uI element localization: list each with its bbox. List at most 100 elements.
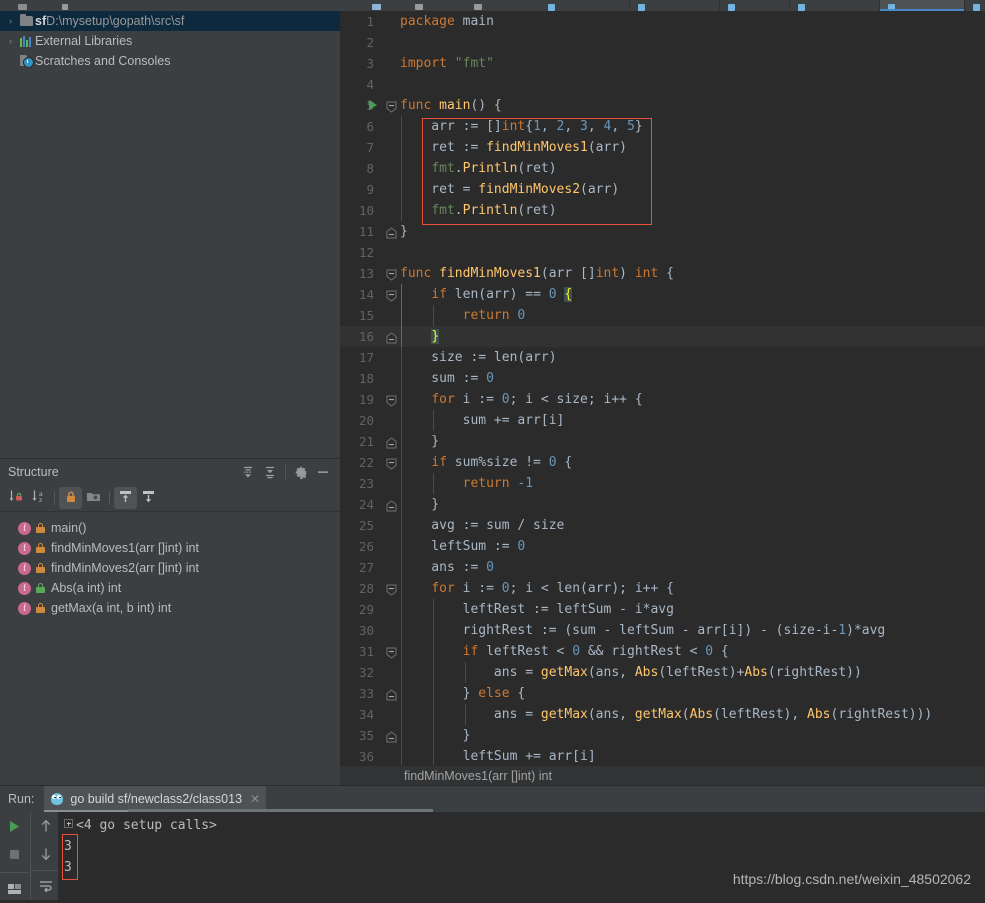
fold-expanded-icon[interactable] (386, 583, 397, 596)
group-button[interactable] (82, 487, 105, 509)
expand-icon[interactable] (64, 819, 73, 828)
run-gutter-icon[interactable] (369, 100, 377, 110)
code-line-10[interactable]: 10 fmt.Println(ret) (340, 200, 985, 221)
code-line-20[interactable]: 20 sum += arr[i] (340, 410, 985, 431)
code-line-16[interactable]: 16 } (340, 326, 985, 347)
toolbar-icon-1[interactable] (18, 4, 27, 10)
fold-collapsed-icon[interactable] (386, 499, 397, 512)
code-line-5[interactable]: 5 func main() { (340, 95, 985, 116)
editor-tab-4[interactable] (790, 0, 880, 11)
run-tool-window[interactable]: Run: go build sf/newclass2/class013 ✕ <4… (0, 785, 985, 900)
fold-expanded-icon[interactable] (386, 289, 397, 302)
code-line-14[interactable]: 14 if len(arr) == 0 { (340, 284, 985, 305)
breadcrumb[interactable]: findMinMoves1(arr []int) int (340, 765, 985, 786)
structure-item[interactable]: f Abs(a int) int (0, 578, 340, 598)
project-tool-window[interactable]: › sf D:\mysetup\gopath\src\sf › External Li… (0, 11, 340, 458)
code-line-35[interactable]: 35 } (340, 725, 985, 746)
chevron-right-icon[interactable]: › (4, 31, 17, 51)
run-side-toolbar-2[interactable] (30, 809, 433, 900)
console-line-1[interactable]: <4 go setup calls> (58, 815, 985, 836)
code-line-28[interactable]: 28 for i := 0; i < len(arr); i++ { (340, 578, 985, 599)
chevron-right-icon[interactable]: › (4, 11, 17, 31)
show-non-public-button[interactable] (59, 487, 82, 509)
fold-collapsed-icon[interactable] (386, 436, 397, 449)
project-tree-item-2[interactable]: › External Libraries (0, 31, 340, 51)
code-line-25[interactable]: 25 avg := sum / size (340, 515, 985, 536)
code-line-36[interactable]: 36 leftSum += arr[i] (340, 746, 985, 765)
fold-collapsed-icon[interactable] (386, 688, 397, 701)
fold-expanded-icon[interactable] (386, 646, 397, 659)
fold-collapsed-icon[interactable] (386, 730, 397, 743)
stop-icon[interactable] (0, 840, 29, 868)
code-line-23[interactable]: 23 return -1 (340, 473, 985, 494)
soft-wrap-icon[interactable] (31, 870, 60, 899)
expand-all-icon[interactable] (237, 461, 259, 483)
code-line-29[interactable]: 29 leftRest := leftSum - i*avg (340, 599, 985, 620)
project-tree-item-3[interactable]: ›Scratches and Consoles (0, 51, 340, 71)
toolbar-icon-3[interactable] (372, 4, 381, 10)
structure-item[interactable]: f getMax(a int, b int) int (0, 598, 340, 618)
code-line-32[interactable]: 32 ans = getMax(ans, Abs(leftRest)+Abs(r… (340, 662, 985, 683)
code-line-18[interactable]: 18 sum := 0 (340, 368, 985, 389)
structure-item[interactable]: f findMinMoves1(arr []int) int (0, 538, 340, 558)
code-line-24[interactable]: 24 } (340, 494, 985, 515)
code-line-7[interactable]: 7 ret := findMinMoves1(arr) (340, 137, 985, 158)
collapse-all-icon[interactable] (259, 461, 281, 483)
code-line-11[interactable]: 11} (340, 221, 985, 242)
editor-tab-6[interactable] (965, 0, 985, 11)
toolbar-icon-2[interactable] (62, 4, 68, 10)
code-line-22[interactable]: 22 if sum%size != 0 { (340, 452, 985, 473)
code-line-33[interactable]: 33 } else { (340, 683, 985, 704)
fold-collapsed-icon[interactable] (386, 226, 397, 239)
code-line-3[interactable]: 3 import "fmt" (340, 53, 985, 74)
toolbar-icon-5[interactable] (474, 4, 482, 10)
close-icon[interactable]: ✕ (250, 792, 260, 806)
code-line-15[interactable]: 15 return 0 (340, 305, 985, 326)
editor-tab-2[interactable] (630, 0, 720, 11)
run-side-toolbar[interactable] (0, 812, 29, 900)
sort-by-visibility-button[interactable] (4, 487, 27, 509)
show-inherited-button[interactable] (114, 487, 137, 509)
editor-tab-1[interactable] (540, 0, 630, 11)
code-line-31[interactable]: 31 if leftRest < 0 && rightRest < 0 { (340, 641, 985, 662)
minus-icon[interactable] (312, 461, 334, 483)
console-line-2[interactable]: 3 (58, 836, 985, 857)
fold-expanded-icon[interactable] (386, 268, 397, 281)
project-tree[interactable]: › sf D:\mysetup\gopath\src\sf › External Li… (0, 11, 340, 71)
code-line-27[interactable]: 27 ans := 0 (340, 557, 985, 578)
code-line-34[interactable]: 34 ans = getMax(ans, getMax(Abs(leftRest… (340, 704, 985, 725)
code-line-21[interactable]: 21 } (340, 431, 985, 452)
code-line-1[interactable]: 1 package main (340, 11, 985, 32)
toolbar-icon-4[interactable] (415, 4, 423, 10)
show-anonymous-button[interactable] (137, 487, 160, 509)
code-line-26[interactable]: 26 leftSum := 0 (340, 536, 985, 557)
code-line-17[interactable]: 17 size := len(arr) (340, 347, 985, 368)
structure-item[interactable]: f findMinMoves2(arr []int) int (0, 558, 340, 578)
code-line-4[interactable]: 4 (340, 74, 985, 95)
code-line-8[interactable]: 8 fmt.Println(ret) (340, 158, 985, 179)
layout-icon[interactable] (0, 872, 29, 903)
gear-icon[interactable] (290, 461, 312, 483)
code-line-13[interactable]: 13 func findMinMoves1(arr []int) int { (340, 263, 985, 284)
fold-expanded-icon[interactable] (386, 457, 397, 470)
editor-tab-5[interactable] (880, 0, 965, 11)
play-icon[interactable] (0, 812, 29, 840)
code-line-9[interactable]: 9 ret = findMinMoves2(arr) (340, 179, 985, 200)
structure-tool-window[interactable]: Structure az f main() f findMinMoves1(arr [… (0, 458, 340, 786)
code-line-12[interactable]: 12 (340, 242, 985, 263)
project-tree-item-1[interactable]: › sf D:\mysetup\gopath\src\sf (0, 11, 340, 31)
code-editor[interactable]: 1 package main 2 3 import "fmt" 4 5 func main()… (340, 11, 985, 765)
code-line-2[interactable]: 2 (340, 32, 985, 53)
structure-list[interactable]: f main() f findMinMoves1(arr []int) int f fin… (0, 512, 340, 618)
structure-toolbar[interactable]: az (0, 485, 340, 512)
editor-tab-3[interactable] (720, 0, 790, 11)
structure-item[interactable]: f main() (0, 518, 340, 538)
arrow-down-icon[interactable] (31, 840, 60, 868)
code-content[interactable]: 1 package main 2 3 import "fmt" 4 5 func main()… (340, 11, 985, 765)
fold-collapsed-icon[interactable] (386, 331, 397, 344)
code-line-19[interactable]: 19 for i := 0; i < size; i++ { (340, 389, 985, 410)
code-line-30[interactable]: 30 rightRest := (sum - leftSum - arr[i])… (340, 620, 985, 641)
editor-tab-strip[interactable] (0, 0, 985, 11)
fold-expanded-icon[interactable] (386, 394, 397, 407)
code-line-6[interactable]: 6 arr := []int{1, 2, 3, 4, 5} (340, 116, 985, 137)
